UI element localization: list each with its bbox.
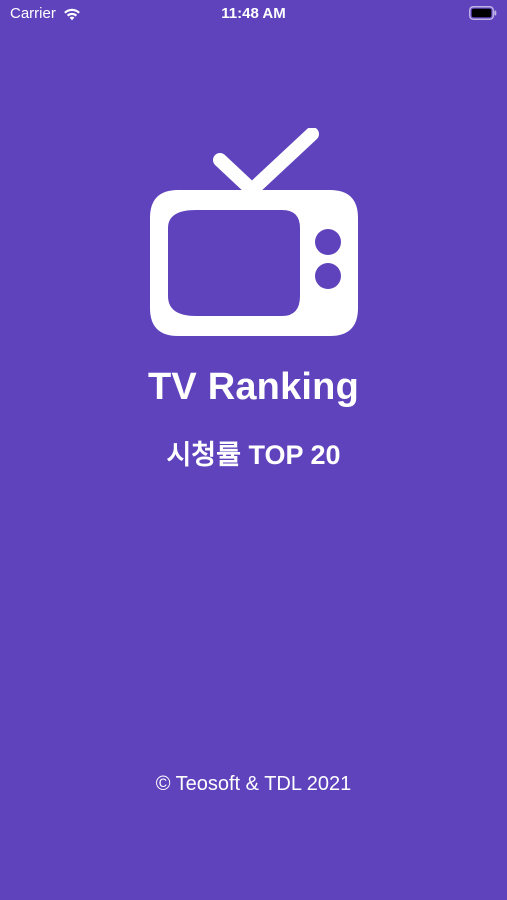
status-bar: Carrier 11:48 AM [0, 0, 507, 28]
app-subtitle: 시청률 TOP 20 [166, 440, 341, 470]
battery-icon [469, 6, 497, 20]
copyright-notice: © Teosoft & TDL 2021 [155, 773, 352, 795]
status-time: 11:48 AM [221, 5, 286, 22]
tv-icon [150, 128, 358, 336]
app-title: TV Ranking [147, 366, 360, 408]
